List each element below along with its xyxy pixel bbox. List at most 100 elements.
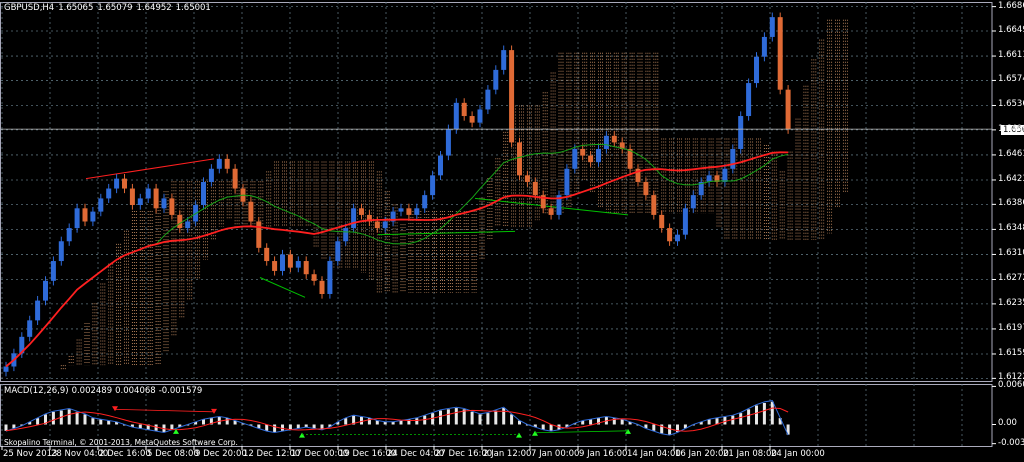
candle-body bbox=[351, 208, 357, 229]
macd-signal-value: 0.004068 bbox=[115, 386, 156, 396]
candle-body bbox=[675, 234, 680, 242]
candle-body bbox=[3, 366, 9, 372]
candle-body bbox=[335, 241, 341, 262]
candle-body bbox=[35, 300, 41, 321]
candle-body bbox=[738, 116, 744, 149]
macd-histogram-bar bbox=[620, 419, 624, 425]
candle-body bbox=[319, 280, 325, 294]
high-value: 1.65079 bbox=[97, 3, 133, 13]
candle-body bbox=[327, 261, 333, 294]
macd-histogram-bar bbox=[202, 419, 205, 425]
candle-body bbox=[58, 241, 64, 262]
macd-tick-label: 0.00602 bbox=[998, 380, 1024, 391]
candle-body bbox=[430, 175, 436, 196]
candle-body bbox=[572, 148, 578, 169]
time-tick-label: 25 Nov 2013 bbox=[3, 449, 58, 459]
candle-body bbox=[769, 17, 775, 37]
time-tick-label: 21 Jan 08:00 bbox=[723, 449, 777, 459]
candle-body bbox=[754, 56, 759, 84]
candle-body bbox=[643, 181, 649, 196]
macd-hist-value: -0.001579 bbox=[158, 386, 203, 396]
macd-histogram-bar bbox=[494, 410, 498, 425]
candle-body bbox=[106, 188, 112, 199]
chart-header: GBPUSD,H4 1.65065 1.65079 1.64952 1.65001 bbox=[4, 3, 215, 13]
time-tick-label: 16 Jan 20:00 bbox=[675, 449, 729, 459]
macd-histogram-bar bbox=[707, 419, 711, 425]
macd-histogram-bar bbox=[391, 421, 395, 425]
candle-body bbox=[201, 181, 206, 206]
candle-body bbox=[453, 102, 459, 130]
macd-histogram-bar bbox=[312, 424, 316, 429]
macd-histogram-bar bbox=[273, 424, 277, 433]
candle-body bbox=[90, 211, 96, 222]
macd-histogram-bar bbox=[770, 401, 774, 425]
macd-histogram-bar bbox=[107, 420, 111, 425]
macd-histogram-bar bbox=[36, 418, 40, 425]
macd-histogram-bar bbox=[75, 411, 79, 425]
candle-body bbox=[208, 168, 214, 182]
candle-body bbox=[185, 221, 191, 229]
candle-body bbox=[524, 175, 530, 182]
candle-body bbox=[406, 208, 412, 215]
macd-histogram-bar bbox=[91, 418, 95, 425]
macd-histogram-bar bbox=[265, 424, 269, 431]
candle-body bbox=[27, 320, 33, 337]
candle-body bbox=[651, 195, 657, 215]
candle-body bbox=[509, 50, 515, 143]
price-tick-label: 1.64230 bbox=[998, 173, 1024, 184]
candle-body bbox=[461, 102, 467, 117]
macd-histogram-bar bbox=[510, 414, 514, 425]
price-tick-label: 1.64990 bbox=[998, 123, 1024, 134]
candle-body bbox=[295, 261, 301, 268]
candle-body bbox=[493, 69, 499, 90]
macd-histogram-bar bbox=[762, 402, 766, 425]
candle-body bbox=[746, 83, 752, 117]
time-tick-label: 9 Dec 20:00 bbox=[195, 449, 247, 459]
divergence-arrow-up bbox=[532, 430, 538, 436]
macd-histogram-bar bbox=[138, 424, 142, 429]
candle-body bbox=[682, 208, 688, 235]
macd-histogram-bar bbox=[541, 424, 545, 430]
macd-histogram-bar bbox=[755, 405, 758, 425]
macd-histogram-bar bbox=[549, 424, 553, 431]
candle-body bbox=[438, 155, 443, 176]
candle-body bbox=[43, 280, 48, 301]
candle-body bbox=[264, 247, 270, 262]
candle-body bbox=[761, 36, 767, 57]
candle-body bbox=[66, 228, 72, 242]
price-tick-label: 1.66860 bbox=[998, 0, 1024, 11]
macd-name: MACD(12,26,9) bbox=[4, 386, 69, 396]
time-tick-label: 2 Dec 16:00 bbox=[99, 449, 151, 459]
macd-histogram-bar bbox=[375, 420, 379, 425]
macd-histogram-bar bbox=[288, 424, 292, 430]
macd-histogram-bar bbox=[67, 409, 71, 425]
candle-body bbox=[659, 214, 665, 229]
candle-body bbox=[477, 109, 483, 123]
close-value: 1.65001 bbox=[175, 3, 211, 13]
macd-header: MACD(12,26,9) 0.002489 0.004068 -0.001579 bbox=[4, 386, 205, 396]
macd-histogram-bar bbox=[486, 413, 490, 425]
candle-body bbox=[216, 158, 222, 169]
macd-histogram-bar bbox=[747, 409, 751, 425]
candle-body bbox=[98, 198, 104, 212]
price-tick-label: 1.62350 bbox=[998, 297, 1024, 308]
candle-body bbox=[398, 208, 404, 212]
time-tick-label: 5 Dec 08:00 bbox=[147, 449, 199, 459]
price-tick-label: 1.65740 bbox=[998, 74, 1024, 85]
symbol-label: GBPUSD,H4 bbox=[4, 3, 55, 13]
candle-body bbox=[548, 208, 554, 215]
macd-histogram-bar bbox=[281, 424, 284, 431]
candle-body bbox=[374, 221, 380, 229]
macd-histogram-bar bbox=[723, 416, 727, 425]
macd-histogram-bar bbox=[296, 424, 300, 429]
candle-body bbox=[169, 198, 175, 215]
candle-body bbox=[722, 168, 728, 182]
time-tick-label: 2 Jan 12:00 bbox=[483, 449, 532, 459]
open-value: 1.65065 bbox=[58, 3, 94, 13]
candle-body bbox=[588, 155, 594, 163]
candle-body bbox=[50, 261, 56, 281]
price-tick-label: 1.65360 bbox=[998, 99, 1024, 110]
macd-histogram-bar bbox=[439, 410, 442, 425]
candle-body bbox=[706, 175, 712, 182]
macd-histogram-bar bbox=[652, 424, 656, 431]
